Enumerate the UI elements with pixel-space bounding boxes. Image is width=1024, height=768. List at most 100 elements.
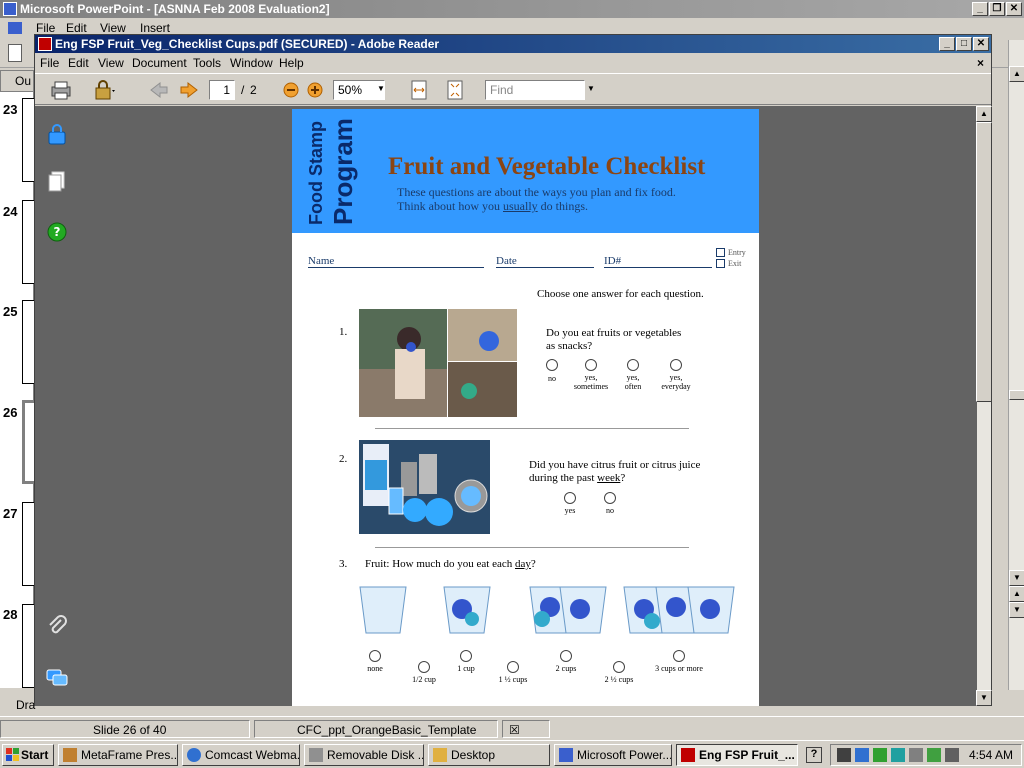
start-button[interactable]: Start xyxy=(2,744,54,766)
q3-option-3-cups-radio[interactable] xyxy=(673,650,685,662)
find-input[interactable]: Find xyxy=(485,80,585,100)
close-icon[interactable]: ✕ xyxy=(973,37,989,51)
q1-option-label: yes, sometimes xyxy=(571,373,611,391)
next-page-icon[interactable] xyxy=(177,79,201,101)
scroll-up-icon[interactable]: ▲ xyxy=(1009,66,1024,82)
maximize-icon[interactable]: □ xyxy=(956,37,972,51)
next-slide-icon[interactable]: ▼ xyxy=(1009,602,1024,618)
attachment-icon[interactable] xyxy=(45,614,69,638)
name-field[interactable]: Name xyxy=(308,255,484,268)
close-document-icon[interactable]: × xyxy=(977,56,984,70)
date-field[interactable]: Date xyxy=(496,255,594,268)
q1-option-label: no xyxy=(532,374,572,383)
q1-option-everyday-radio[interactable] xyxy=(670,359,682,371)
option-text: no xyxy=(548,374,556,383)
comments-icon[interactable] xyxy=(45,666,69,690)
entry-checkbox[interactable] xyxy=(716,248,725,257)
powerpoint-vertical-scrollbar[interactable]: ▲ ▼ ▲ ▼ xyxy=(1008,40,1024,690)
scroll-thumb[interactable] xyxy=(976,122,992,402)
help-icon[interactable]: ? xyxy=(806,747,822,763)
pp-menu-view[interactable]: View xyxy=(100,21,126,35)
q3-option-none-radio[interactable] xyxy=(369,650,381,662)
slide-number: 24 xyxy=(3,204,18,219)
previous-slide-icon[interactable]: ▲ xyxy=(1009,586,1024,602)
clock[interactable]: 4:54 AM xyxy=(969,748,1013,762)
pdf-header: Food Stamp Program Fruit and Vegetable C… xyxy=(292,109,759,233)
close-icon[interactable]: ✕ xyxy=(1006,2,1022,16)
instruction-text: Choose one answer for each question. xyxy=(537,288,704,300)
scroll-down-icon[interactable]: ▼ xyxy=(1009,570,1024,586)
menu-tools[interactable]: Tools xyxy=(193,56,221,70)
restore-icon[interactable]: ❐ xyxy=(989,2,1005,16)
option-text: yes, xyxy=(669,373,683,382)
pp-menu-insert[interactable]: Insert xyxy=(140,21,170,35)
task-removable-disk[interactable]: Removable Disk ... xyxy=(304,744,424,766)
q3-option-2-half-cups-radio[interactable] xyxy=(613,661,625,673)
q3-option-half-cup-radio[interactable] xyxy=(418,661,430,673)
bluetooth-icon[interactable] xyxy=(855,748,869,762)
zoom-in-icon[interactable] xyxy=(303,79,327,101)
find-options-icon[interactable]: ▼ xyxy=(587,84,595,93)
pp-menu-file[interactable]: File xyxy=(36,21,55,35)
question-1-text-line-2: as snacks? xyxy=(546,340,593,352)
subtitle-underlined: usually xyxy=(503,199,538,213)
page-number-input[interactable]: 1 xyxy=(209,80,235,100)
tray-app-icon[interactable] xyxy=(891,748,905,762)
print-icon[interactable] xyxy=(49,79,73,101)
task-powerpoint[interactable]: Microsoft Power... xyxy=(554,744,672,766)
task-desktop[interactable]: Desktop xyxy=(428,744,550,766)
q1-option-no-radio[interactable] xyxy=(546,359,558,371)
q2-option-no-label: no xyxy=(606,506,614,515)
exit-checkbox[interactable] xyxy=(716,259,725,268)
question-text: ? xyxy=(530,558,536,570)
minimize-icon[interactable]: _ xyxy=(972,2,988,16)
scroll-down-icon[interactable]: ▼ xyxy=(976,690,992,706)
minimize-icon[interactable]: _ xyxy=(939,37,955,51)
lock-icon[interactable] xyxy=(45,122,69,146)
q2-option-yes-radio[interactable] xyxy=(564,492,576,504)
task-comcast[interactable]: Comcast Webma... xyxy=(182,744,300,766)
volume-icon[interactable] xyxy=(945,748,959,762)
task-metaframe[interactable]: MetaFrame Pres... xyxy=(58,744,178,766)
tray-app-icon[interactable] xyxy=(909,748,923,762)
tray-app-icon[interactable] xyxy=(927,748,941,762)
menu-file[interactable]: File xyxy=(40,56,59,70)
spelling-icon[interactable]: ☒ xyxy=(502,720,550,738)
zoom-out-icon[interactable] xyxy=(279,79,303,101)
id-field[interactable]: ID# xyxy=(604,255,712,268)
network-icon[interactable] xyxy=(837,748,851,762)
q1-option-often-radio[interactable] xyxy=(627,359,639,371)
menu-edit[interactable]: Edit xyxy=(68,56,89,70)
q2-option-no-radio[interactable] xyxy=(604,492,616,504)
option-text: yes, xyxy=(584,373,598,382)
previous-page-icon[interactable] xyxy=(147,79,171,101)
task-adobe-reader[interactable]: Eng FSP Fruit_... xyxy=(676,744,798,766)
reader-vertical-scrollbar[interactable]: ▲ ▼ xyxy=(976,106,992,706)
q3-option-2-cups-radio[interactable] xyxy=(560,650,572,662)
menu-document[interactable]: Document xyxy=(132,56,187,70)
scroll-up-icon[interactable]: ▲ xyxy=(976,106,992,122)
security-icon[interactable] xyxy=(93,79,117,101)
fit-width-icon[interactable] xyxy=(407,79,431,101)
status-template: CFC_ppt_OrangeBasic_Template xyxy=(254,720,498,738)
tab-outline[interactable]: Ou xyxy=(0,70,34,92)
draw-menu[interactable]: Dra xyxy=(16,698,35,712)
new-document-icon[interactable] xyxy=(8,44,22,62)
menu-view[interactable]: View xyxy=(98,56,124,70)
exit-label: Exit xyxy=(728,259,742,268)
pp-menu-edit[interactable]: Edit xyxy=(66,21,87,35)
tray-app-icon[interactable] xyxy=(873,748,887,762)
pages-icon[interactable] xyxy=(45,170,69,194)
menu-help[interactable]: Help xyxy=(279,56,304,70)
q1-option-sometimes-radio[interactable] xyxy=(585,359,597,371)
menu-window[interactable]: Window xyxy=(230,56,273,70)
fit-page-icon[interactable] xyxy=(443,79,467,101)
help-icon[interactable]: ? xyxy=(45,220,69,244)
q3-option-1-half-cups-radio[interactable] xyxy=(507,661,519,673)
q3-option-1-cup-radio[interactable] xyxy=(460,650,472,662)
slide-number: 25 xyxy=(3,304,18,319)
scroll-thumb[interactable] xyxy=(1009,390,1024,400)
document-area[interactable]: Food Stamp Program Fruit and Vegetable C… xyxy=(77,106,977,706)
question-1-text-line-1: Do you eat fruits or vegetables xyxy=(546,327,682,339)
chevron-down-icon[interactable]: ▼ xyxy=(377,84,385,93)
